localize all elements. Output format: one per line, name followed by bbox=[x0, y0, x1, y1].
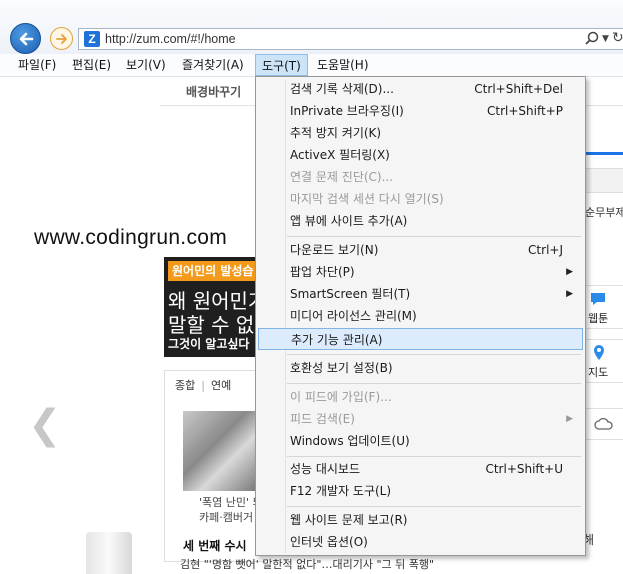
menu-item-label: 연결 문제 진단(C)... bbox=[290, 170, 394, 184]
menu-item-label: 호환성 보기 설정(B) bbox=[290, 361, 393, 375]
menu-bar: 파일(F) 편집(E) 보기(V) 즐겨찾기(A) 도구(T) 도움말(H) bbox=[0, 54, 623, 77]
menu-item-label: 웹 사이트 문제 보고(R) bbox=[290, 513, 408, 527]
right-accent-bar bbox=[585, 152, 623, 155]
menu-item-inprivate[interactable]: InPrivate 브라우징(I) Ctrl+Shift+P bbox=[258, 100, 583, 122]
news-photo[interactable] bbox=[183, 411, 265, 491]
menu-item-label: 미디어 라이선스 관리(M) bbox=[290, 309, 417, 323]
menu-separator bbox=[287, 354, 581, 355]
menu-item-smartscreen[interactable]: SmartScreen 필터(T) ▶ bbox=[258, 283, 583, 305]
menu-item-feed-discovery: 피드 검색(E) ▶ bbox=[258, 408, 583, 430]
right-text[interactable]: 순무부제 bbox=[585, 204, 623, 220]
menu-item-label: 이 피드에 가입(F)... bbox=[290, 390, 392, 404]
menu-item-tracking-protection[interactable]: 추적 방지 켜기(K) bbox=[258, 122, 583, 144]
menu-edit[interactable]: 편집(E) bbox=[66, 54, 117, 76]
news-caption-2[interactable]: 카페·캠버거 bbox=[199, 509, 253, 525]
menu-item-delete-history[interactable]: 검색 기록 삭제(D)... Ctrl+Shift+Del bbox=[258, 78, 583, 100]
menu-item-label: InPrivate 브라우징(I) bbox=[290, 104, 404, 118]
menu-item-windows-update[interactable]: Windows 업데이트(U) bbox=[258, 430, 583, 452]
menu-item-media-licenses[interactable]: 미디어 라이선스 관리(M) bbox=[258, 305, 583, 327]
news-tabs: 종합 | 연예 bbox=[175, 379, 232, 392]
menu-separator bbox=[287, 506, 581, 507]
menu-item-label: Windows 업데이트(U) bbox=[290, 434, 410, 448]
news-section: 종합 | 연예 '폭염 난민' 되 카페·캠버거 세 번째 수시 bbox=[164, 370, 265, 562]
menu-separator bbox=[287, 383, 581, 384]
menu-item-shortcut: Ctrl+J bbox=[528, 243, 563, 257]
address-bar-area: Z http://zum.com/#!/home ▼ ↻ bbox=[0, 0, 623, 54]
map-card[interactable]: 지도 bbox=[585, 339, 623, 383]
banner-subtext: 그것이 알고싶다 bbox=[168, 337, 250, 351]
menu-item-internet-options[interactable]: 인터넷 옵션(O) bbox=[258, 531, 583, 553]
map-pin-icon bbox=[594, 345, 604, 360]
menu-item-compatibility-view[interactable]: 호환성 보기 설정(B) bbox=[258, 357, 583, 379]
forward-button[interactable] bbox=[50, 27, 73, 50]
carousel-prev-icon[interactable]: ❮ bbox=[28, 402, 62, 448]
map-label: 지도 bbox=[588, 366, 609, 379]
weather-card[interactable] bbox=[585, 408, 623, 440]
url-field[interactable]: Z http://zum.com/#!/home ▼ ↻ bbox=[78, 28, 623, 50]
site-favicon-icon: Z bbox=[84, 31, 100, 47]
speech-bubble-icon bbox=[591, 293, 605, 305]
menu-item-shortcut: Ctrl+Shift+P bbox=[487, 104, 563, 118]
menu-item-view-downloads[interactable]: 다운로드 보기(N) Ctrl+J bbox=[258, 239, 583, 261]
menu-item-label: F12 개발자 도구(L) bbox=[290, 484, 392, 498]
cloud-icon bbox=[594, 417, 613, 430]
menu-item-reopen-session: 마지막 검색 세션 다시 열기(S) bbox=[258, 188, 583, 210]
menu-favorites[interactable]: 즐겨찾기(A) bbox=[176, 54, 250, 76]
menu-item-shortcut: Ctrl+Shift+U bbox=[485, 462, 563, 476]
webtoon-label: 웹툰 bbox=[588, 312, 609, 325]
watermark-text: www.codingrun.com bbox=[34, 226, 228, 249]
menu-file[interactable]: 파일(F) bbox=[12, 54, 62, 76]
menu-item-label: 추적 방지 켜기(K) bbox=[290, 126, 382, 140]
menu-item-add-site-to-apps[interactable]: 앱 뷰에 사이트 추가(A) bbox=[258, 210, 583, 232]
submenu-arrow-icon: ▶ bbox=[566, 267, 573, 277]
menu-item-label: 추가 기능 관리(A) bbox=[291, 333, 383, 347]
news-subheadline[interactable]: 김현 "'명함 뺏어' 말한적 없다"…대리기사 "그 뒤 폭행" bbox=[180, 556, 434, 572]
ad-banner[interactable]: 원어민의 발성습 왜 원어민가 말할 수 없 그것이 알고싶다 bbox=[164, 257, 264, 357]
menu-item-label: 마지막 검색 세션 다시 열기(S) bbox=[290, 192, 444, 206]
news-caption[interactable]: '폭염 난민' 되 bbox=[199, 494, 263, 510]
back-arrow-icon bbox=[19, 32, 33, 45]
menu-item-label: 피드 검색(E) bbox=[290, 412, 355, 426]
menu-item-label: 성능 대시보드 bbox=[290, 462, 361, 476]
banner-headline-2: 말할 수 없 bbox=[168, 313, 255, 337]
tab-entertainment[interactable]: 연예 bbox=[211, 379, 231, 392]
back-button[interactable] bbox=[10, 23, 41, 54]
menu-item-label: 팝업 차단(P) bbox=[290, 265, 355, 279]
menu-item-diagnose-connection: 연결 문제 진단(C)... bbox=[258, 166, 583, 188]
banner-tag: 원어민의 발성습 bbox=[168, 261, 264, 281]
search-icon[interactable] bbox=[584, 31, 600, 47]
menu-item-label: ActiveX 필터링(X) bbox=[290, 148, 390, 162]
menu-separator bbox=[287, 456, 581, 457]
right-panel bbox=[585, 168, 623, 193]
submenu-arrow-icon: ▶ bbox=[566, 414, 573, 424]
forward-arrow-icon bbox=[55, 33, 67, 44]
menu-item-shortcut: Ctrl+Shift+Del bbox=[474, 82, 563, 96]
menu-view[interactable]: 보기(V) bbox=[120, 54, 172, 76]
chevron-down-icon[interactable]: ▼ bbox=[602, 34, 609, 44]
menu-item-activex-filtering[interactable]: ActiveX 필터링(X) bbox=[258, 144, 583, 166]
webtoon-card[interactable]: 웹툰 bbox=[585, 285, 623, 329]
menu-item-label: 인터넷 옵션(O) bbox=[290, 535, 368, 549]
menu-item-report-website-problems[interactable]: 웹 사이트 문제 보고(R) bbox=[258, 509, 583, 531]
menu-item-manage-addons[interactable]: 추가 기능 관리(A) bbox=[258, 328, 583, 350]
menu-item-f12-dev-tools[interactable]: F12 개발자 도구(L) bbox=[258, 480, 583, 502]
tab-general[interactable]: 종합 bbox=[175, 379, 195, 392]
menu-item-performance-dashboard[interactable]: 성능 대시보드 Ctrl+Shift+U bbox=[258, 458, 583, 480]
url-text[interactable]: http://zum.com/#!/home bbox=[105, 32, 236, 46]
news-headline[interactable]: 세 번째 수시 bbox=[183, 537, 247, 554]
tools-dropdown-menu: 검색 기록 삭제(D)... Ctrl+Shift+Del InPrivate … bbox=[255, 76, 586, 556]
menu-help[interactable]: 도움말(H) bbox=[311, 54, 375, 76]
menu-item-label: 검색 기록 삭제(D)... bbox=[290, 82, 394, 96]
refresh-icon[interactable]: ↻ bbox=[612, 30, 623, 46]
product-image[interactable] bbox=[86, 532, 132, 574]
menu-tools[interactable]: 도구(T) bbox=[255, 54, 308, 76]
menu-item-subscribe-feed: 이 피드에 가입(F)... bbox=[258, 386, 583, 408]
menu-separator bbox=[287, 236, 581, 237]
menu-item-label: SmartScreen 필터(T) bbox=[290, 287, 411, 301]
change-background-link[interactable]: 배경바꾸기 bbox=[186, 83, 241, 100]
submenu-arrow-icon: ▶ bbox=[566, 289, 573, 299]
menu-item-label: 앱 뷰에 사이트 추가(A) bbox=[290, 214, 408, 228]
menu-item-popup-blocker[interactable]: 팝업 차단(P) ▶ bbox=[258, 261, 583, 283]
menu-item-label: 다운로드 보기(N) bbox=[290, 243, 379, 257]
